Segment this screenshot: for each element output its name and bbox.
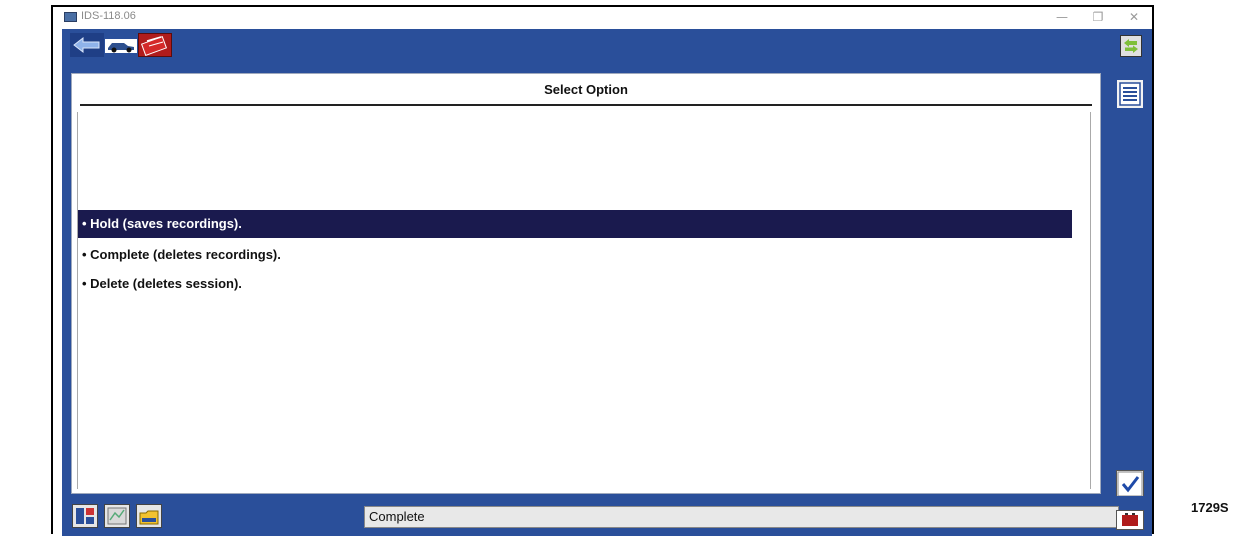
left-rail xyxy=(77,112,78,489)
title-divider xyxy=(80,104,1092,106)
select-option-panel: Select Option • Hold (saves recordings).… xyxy=(71,73,1101,494)
option-complete[interactable]: • Complete (deletes recordings). xyxy=(78,241,1072,269)
window-title: IDS-118.06 xyxy=(81,10,136,22)
statusbar-icons xyxy=(72,504,162,528)
battery-icon[interactable] xyxy=(1116,510,1144,530)
checkmark-icon[interactable] xyxy=(1116,470,1144,498)
back-arrow-icon[interactable] xyxy=(70,33,104,57)
top-toolbar xyxy=(70,33,174,57)
ids-window: IDS-118.06 — ❐ ✕ Select Option • Hold (s… xyxy=(51,5,1154,536)
swap-arrows-icon[interactable] xyxy=(1120,35,1142,57)
status-text-field: Complete xyxy=(364,506,1119,528)
restore-button[interactable]: ❐ xyxy=(1088,9,1108,25)
scrollbar[interactable] xyxy=(1090,112,1091,489)
toolbox-icon[interactable] xyxy=(138,33,172,57)
app-icon xyxy=(64,12,77,22)
option-hold[interactable]: • Hold (saves recordings). xyxy=(78,210,1072,238)
page-title: Select Option xyxy=(544,82,628,97)
window-titlebar: IDS-118.06 — ❐ ✕ xyxy=(53,7,1152,29)
list-icon[interactable] xyxy=(1116,79,1144,109)
ids-app-area: Select Option • Hold (saves recordings).… xyxy=(62,29,1152,536)
option-delete[interactable]: • Delete (deletes session). xyxy=(78,270,1072,298)
minimize-button[interactable]: — xyxy=(1052,9,1072,25)
map-icon[interactable] xyxy=(104,504,130,528)
dashboard-icon[interactable] xyxy=(72,504,98,528)
close-button[interactable]: ✕ xyxy=(1124,9,1144,25)
figure-id-label: 1729S xyxy=(1191,500,1229,515)
vehicle-icon[interactable] xyxy=(104,33,138,57)
folder-icon[interactable] xyxy=(136,504,162,528)
status-bar: Complete xyxy=(62,496,1152,536)
